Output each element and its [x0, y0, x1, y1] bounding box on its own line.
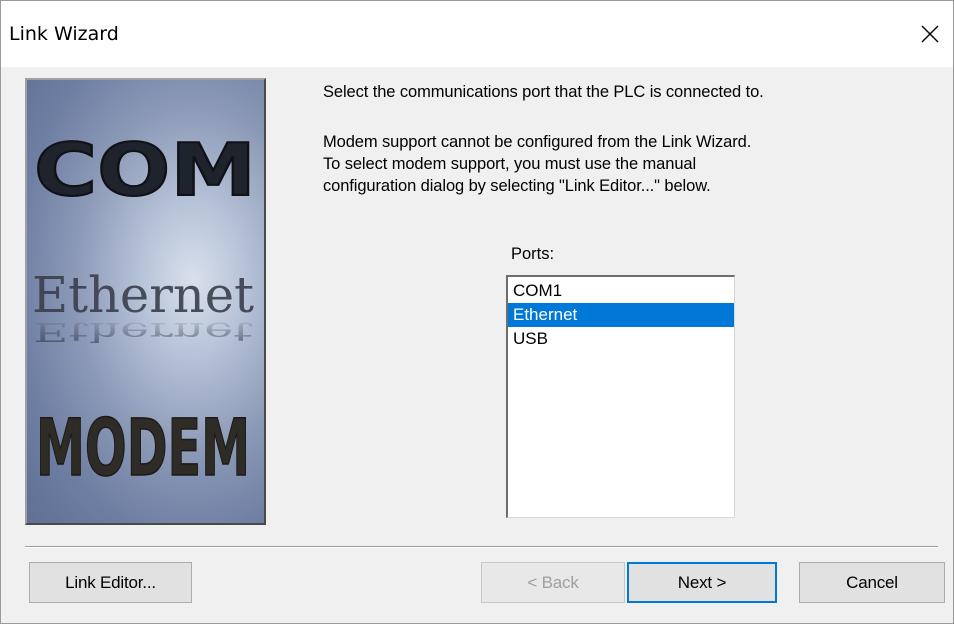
wizard-banner-image: COM Ethernet Ethernet MODEM: [25, 78, 266, 525]
banner-word-com: COM: [34, 128, 256, 212]
back-button[interactable]: < Back: [481, 562, 625, 603]
next-button[interactable]: Next >: [627, 562, 777, 603]
modem-note-line-3: configuration dialog by selecting "Link …: [323, 177, 711, 195]
port-option-com1[interactable]: COM1: [508, 279, 734, 303]
link-editor-button[interactable]: Link Editor...: [29, 562, 192, 603]
modem-note: Modem support cannot be configured from …: [323, 131, 923, 197]
link-wizard-dialog: Link Wizard COM Ethernet Ethernet MODEM …: [0, 0, 954, 624]
close-button[interactable]: [907, 13, 953, 55]
title-bar: Link Wizard: [1, 1, 953, 67]
window-title: Link Wizard: [9, 23, 119, 45]
ports-label: Ports:: [511, 245, 555, 263]
instruction-line: Select the communications port that the …: [323, 83, 764, 101]
modem-note-line-1: Modem support cannot be configured from …: [323, 133, 752, 151]
banner-word-ethernet: Ethernet: [32, 266, 254, 324]
cancel-button[interactable]: Cancel: [799, 562, 945, 603]
footer-separator: [25, 546, 938, 548]
ports-listbox[interactable]: COM1 Ethernet USB: [506, 275, 735, 518]
port-option-ethernet[interactable]: Ethernet: [508, 303, 734, 327]
banner-word-modem: MODEM: [36, 404, 250, 494]
port-option-usb[interactable]: USB: [508, 327, 734, 351]
dialog-body: COM Ethernet Ethernet MODEM Select the c…: [1, 67, 953, 623]
close-icon: [921, 25, 939, 43]
modem-note-line-2: To select modem support, you must use th…: [323, 155, 697, 173]
